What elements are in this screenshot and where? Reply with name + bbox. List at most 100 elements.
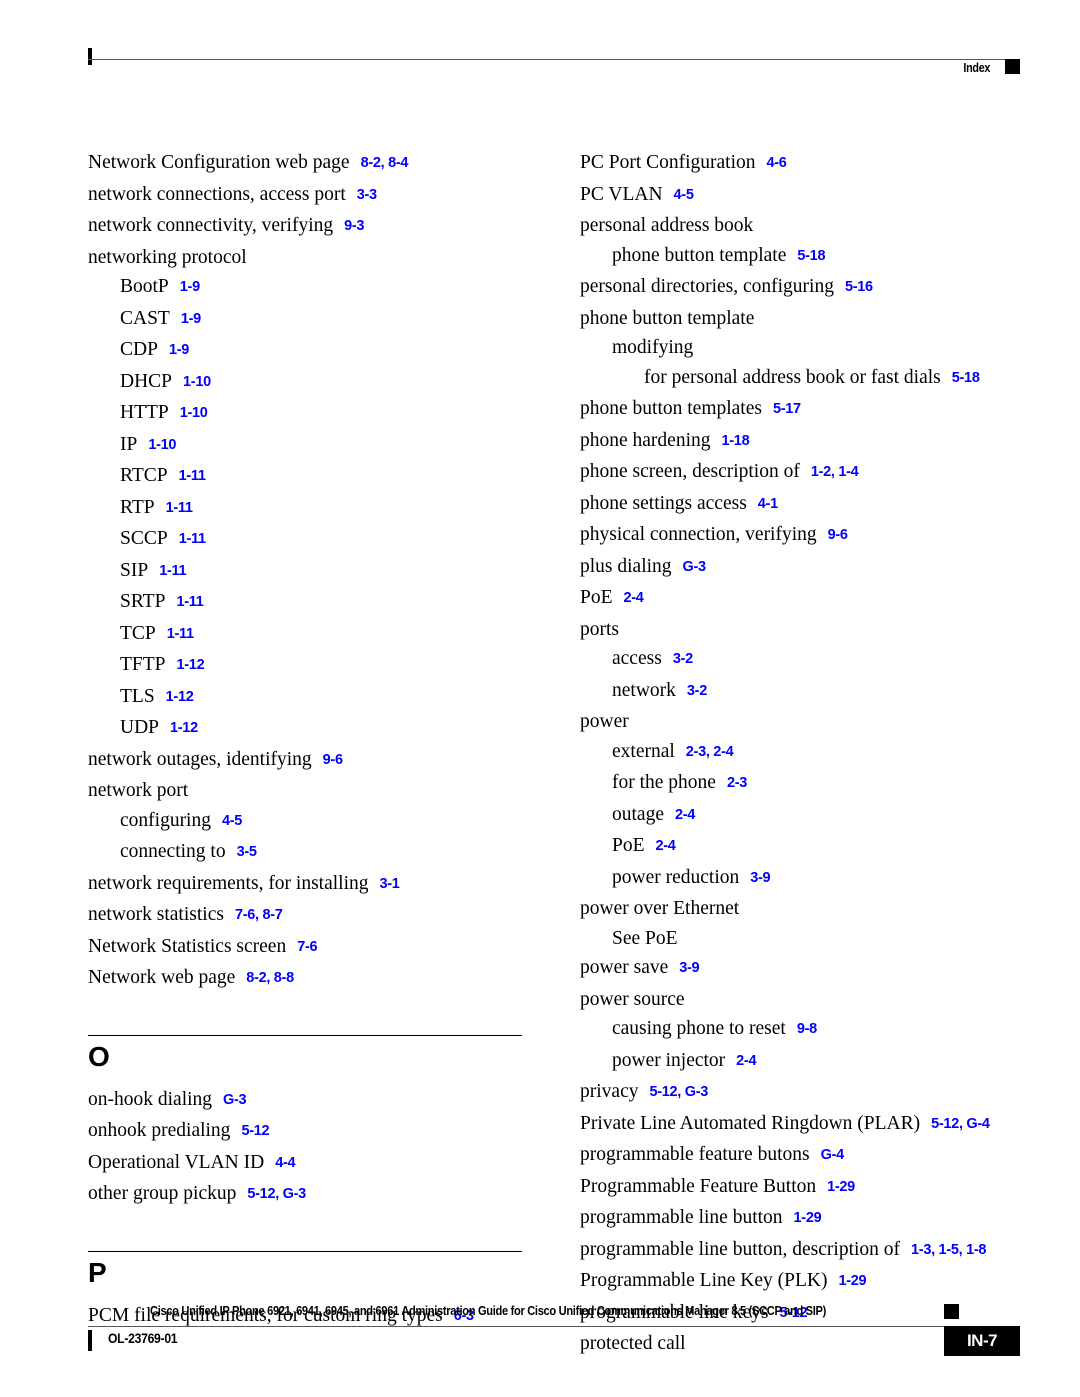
index-entry-page-references[interactable]: G-4 — [821, 1147, 845, 1163]
index-entry-term: network connectivity, verifying — [88, 215, 334, 236]
index-entry-term: privacy — [580, 1081, 639, 1102]
index-entry: onhook predialing 5-12 — [88, 1116, 522, 1148]
section-heading-p: P — [88, 1229, 522, 1301]
index-entry-page-references[interactable]: 2-4 — [656, 838, 676, 854]
index-entry-page-references[interactable]: 7-6, 8-7 — [235, 907, 283, 923]
index-entry-page-references[interactable]: 1-3, 1-5, 1-8 — [911, 1242, 986, 1258]
index-entry-page-references[interactable]: 5-12, G-4 — [931, 1116, 990, 1132]
index-entry-page-references[interactable]: 4-6 — [767, 155, 787, 171]
header-left-tick — [88, 48, 92, 65]
index-entry-term: phone button template — [580, 307, 755, 329]
index-entry: TCP 1-11 — [88, 619, 522, 651]
index-entry-page-references[interactable]: 1-18 — [722, 433, 750, 449]
index-entry: plus dialing G-3 — [580, 552, 1014, 584]
index-entry-term: phone hardening — [580, 429, 711, 451]
index-entry-term: programmable line button, description of — [580, 1238, 901, 1260]
index-entry-page-references[interactable]: 2-4 — [624, 590, 644, 606]
index-entry-page-references[interactable]: 1-11 — [159, 563, 186, 579]
index-entry-page-references[interactable]: 1-10 — [148, 437, 176, 453]
index-entry-page-references[interactable]: 5-12 — [241, 1123, 269, 1139]
index-entry: phone button templates 5-17 — [580, 394, 1014, 426]
index-entry-page-references[interactable]: 2-3 — [727, 775, 747, 791]
index-entry-page-references[interactable]: 1-12 — [170, 720, 198, 736]
index-entry-term: on-hook dialing — [88, 1088, 213, 1110]
index-entry-page-references[interactable]: 9-3 — [344, 218, 364, 234]
index-entry: network connectivity, verifying 9-3 — [88, 211, 522, 243]
index-entry-page-references[interactable]: 1-10 — [183, 374, 211, 390]
index-entry-page-references[interactable]: 3-9 — [679, 960, 699, 976]
index-entry-term: CDP — [120, 339, 158, 360]
index-entry: networking protocol — [88, 243, 522, 273]
index-entry-page-references[interactable]: 1-29 — [794, 1210, 822, 1226]
index-entry-page-references[interactable]: 2-4 — [675, 807, 695, 823]
index-column-left: Network Configuration web page 8-2, 8-4 ne… — [88, 148, 522, 1332]
index-entry-page-references[interactable]: 3-1 — [380, 876, 400, 892]
index-entry-page-references[interactable]: 1-11 — [179, 468, 206, 484]
index-entry-page-references[interactable]: 5-12, G-3 — [649, 1084, 708, 1100]
index-entry: external 2-3, 2-4 — [580, 737, 1014, 769]
index-entry-term: network statistics — [88, 904, 224, 925]
index-entry-page-references[interactable]: G-3 — [683, 559, 707, 575]
index-entry-term: DHCP — [120, 370, 173, 392]
index-entry-page-references[interactable]: 1-9 — [180, 279, 200, 295]
index-entry: phone button template — [580, 304, 1014, 334]
index-entry: power injector 2-4 — [580, 1046, 1014, 1078]
index-entry-page-references[interactable]: 1-29 — [838, 1273, 866, 1289]
index-entry-page-references[interactable]: 3-9 — [750, 870, 770, 886]
index-entry-page-references[interactable]: 7-6 — [297, 939, 317, 955]
index-entry-page-references[interactable]: 1-11 — [179, 531, 206, 547]
index-entry-page-references[interactable]: 1-12 — [166, 689, 194, 705]
index-entry-page-references[interactable]: 4-4 — [275, 1155, 295, 1171]
index-entry: IP 1-10 — [88, 430, 522, 462]
index-entry-page-references[interactable]: 5-17 — [773, 401, 801, 417]
index-entry: programmable feature butons G-4 — [580, 1140, 1014, 1172]
index-entry-term: configuring — [120, 809, 211, 831]
index-entry-page-references[interactable]: 5-18 — [797, 248, 825, 264]
index-entry-page-references[interactable]: 8-2, 8-8 — [246, 970, 294, 986]
index-entry-page-references[interactable]: 1-9 — [181, 311, 201, 327]
index-entry-term: modifying — [612, 337, 694, 358]
index-entry-term: causing phone to reset — [612, 1018, 786, 1039]
index-entry: network port — [88, 776, 522, 806]
index-entry: ports — [580, 615, 1014, 645]
footer-left-tick — [88, 1330, 92, 1351]
index-entry-page-references[interactable]: 1-11 — [167, 626, 194, 642]
index-entry-page-references[interactable]: 2-4 — [736, 1053, 756, 1069]
index-entry-page-references[interactable]: 3-2 — [687, 683, 707, 699]
page-number-label: IN-7 — [966, 1331, 998, 1350]
index-entry: network statistics 7-6, 8-7 — [88, 900, 522, 932]
index-entry: for personal address book or fast dials 5… — [580, 363, 1014, 395]
index-entry-term: networking protocol — [88, 246, 247, 268]
index-column-right: PC Port Configuration 4-6 PC VLAN 4-5 person… — [580, 148, 1014, 1359]
index-entry-term: SRTP — [120, 591, 166, 612]
index-entry-page-references[interactable]: 1-11 — [176, 594, 203, 610]
index-entry-page-references[interactable]: 1-2, 1-4 — [811, 464, 859, 480]
index-entry-page-references[interactable]: 2-3, 2-4 — [686, 744, 734, 760]
index-entry-page-references[interactable]: 5-12, G-3 — [247, 1186, 306, 1202]
index-entry-page-references[interactable]: 3-2 — [673, 651, 693, 667]
index-entry: programmable line button 1-29 — [580, 1203, 1014, 1235]
index-entry-page-references[interactable]: 8-2, 8-4 — [361, 155, 409, 171]
index-entry-page-references[interactable]: 3-3 — [357, 187, 377, 203]
index-entry: network 3-2 — [580, 676, 1014, 708]
index-entry-page-references[interactable]: G-3 — [223, 1092, 247, 1108]
index-entry-term: HTTP — [120, 402, 169, 423]
index-entry-page-references[interactable]: 5-16 — [845, 279, 873, 295]
index-entry-page-references[interactable]: 5-18 — [952, 370, 980, 386]
index-entry: PoE 2-4 — [580, 831, 1014, 863]
index-entry-page-references[interactable]: 1-11 — [166, 500, 193, 516]
index-entry-page-references[interactable]: 9-8 — [797, 1021, 817, 1037]
page-header: Index — [88, 44, 1020, 84]
index-entry-page-references[interactable]: 4-1 — [758, 496, 778, 512]
index-entry-page-references[interactable]: 1-29 — [827, 1179, 855, 1195]
index-entry-page-references[interactable]: 9-6 — [828, 527, 848, 543]
index-entry-page-references[interactable]: 4-5 — [222, 813, 242, 829]
header-running-title: Index — [963, 61, 990, 75]
index-entry-page-references[interactable]: 1-9 — [169, 342, 189, 358]
index-entry-page-references[interactable]: 4-5 — [674, 187, 694, 203]
index-entry-page-references[interactable]: 9-6 — [323, 752, 343, 768]
index-entry-page-references[interactable]: 1-10 — [180, 405, 208, 421]
index-entry-page-references[interactable]: 1-12 — [177, 657, 205, 673]
index-entry: RTCP 1-11 — [88, 461, 522, 493]
index-entry-page-references[interactable]: 3-5 — [237, 844, 257, 860]
